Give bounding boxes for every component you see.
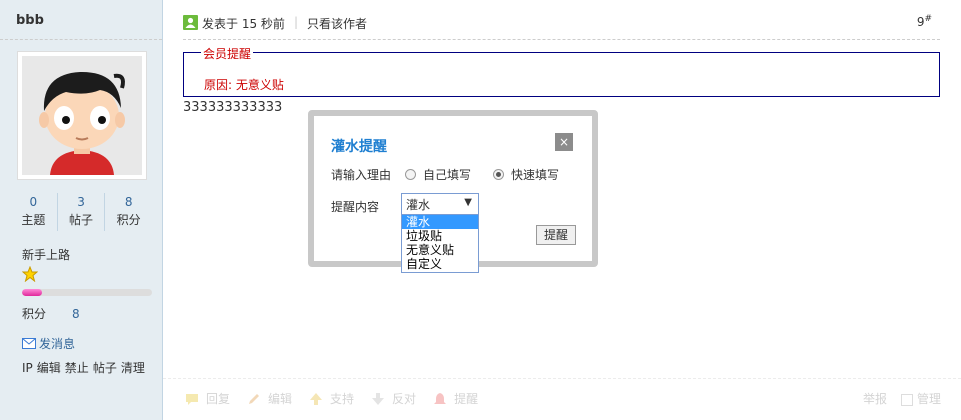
username[interactable]: bbb <box>0 0 162 40</box>
thumb-down-icon <box>372 392 385 405</box>
report-link[interactable]: 举报 <box>863 390 887 407</box>
edit-button[interactable]: 编辑 <box>246 390 292 407</box>
header-separator: | <box>294 15 299 29</box>
radio-quick[interactable]: 快速填写 <box>493 166 559 183</box>
user-rank[interactable]: 新手上路 <box>22 246 70 263</box>
post-header: 发表于 15 秒前 | 只看该作者 9# <box>183 12 940 40</box>
avatar-image <box>22 56 142 175</box>
post-actions: 回复 编辑 支持 反对 提醒 <box>184 390 478 407</box>
admin-links: IP 编辑 禁止 帖子 清理 <box>22 359 149 376</box>
option-custom[interactable]: 自定义 <box>402 257 478 271</box>
dropdown-arrow-icon: ▼ <box>464 197 472 208</box>
avatar[interactable] <box>17 51 147 180</box>
remind-button[interactable]: 提醒 <box>432 390 478 407</box>
content-label: 提醒内容 <box>331 200 380 214</box>
pencil-icon <box>249 393 260 404</box>
rank-progress-fill <box>22 289 42 296</box>
stat-points[interactable]: 8 积分 <box>105 193 152 231</box>
post-footer: 回复 编辑 支持 反对 提醒 举报 管理 <box>163 378 961 420</box>
reason-label: 请输入理由 <box>331 168 392 182</box>
reply-icon <box>186 393 198 405</box>
member-notice: 会员提醒 原因: 无意义贴 <box>183 45 940 97</box>
close-icon[interactable]: × <box>555 133 573 151</box>
remind-submit-button[interactable]: 提醒 <box>536 225 576 245</box>
admin-ban-link[interactable]: 禁止 <box>65 361 89 375</box>
admin-ip-link[interactable]: IP <box>22 361 33 375</box>
user-stats: 0 主题 3 帖子 8 积分 <box>10 193 152 231</box>
only-author-link[interactable]: 只看该作者 <box>307 15 367 32</box>
points-row: 积分 8 <box>22 307 80 321</box>
admin-clean-link[interactable]: 清理 <box>121 361 145 375</box>
reply-button[interactable]: 回复 <box>184 390 230 407</box>
notice-title: 会员提醒 <box>201 45 254 62</box>
bell-icon <box>434 392 447 404</box>
content-select[interactable]: 灌水 ▼ <box>401 193 479 215</box>
post-right-actions: 举报 管理 <box>863 390 941 407</box>
user-online-icon <box>183 15 198 30</box>
admin-edit-link[interactable]: 编辑 <box>37 361 61 375</box>
post-content: 333333333333 <box>183 100 283 115</box>
rank-progress-bar <box>22 289 152 296</box>
option-water[interactable]: 灌水 <box>402 215 478 229</box>
radio-custom-circle[interactable] <box>405 169 417 180</box>
star-icon <box>22 266 38 282</box>
reason-row: 请输入理由 自己填写 快速填写 <box>331 166 559 183</box>
stat-posts[interactable]: 3 帖子 <box>58 193 106 231</box>
floor-number[interactable]: 9# <box>917 14 932 29</box>
manage-checkbox-group[interactable]: 管理 <box>900 390 941 407</box>
support-button[interactable]: 支持 <box>308 390 354 407</box>
option-meaningless[interactable]: 无意义贴 <box>402 243 478 257</box>
manage-checkbox[interactable] <box>900 393 913 406</box>
content-select-options: 灌水 垃圾贴 无意义贴 自定义 <box>401 214 479 273</box>
send-message-link[interactable]: 发消息 <box>22 335 75 352</box>
dialog-title: 灌水提醒 <box>331 139 387 155</box>
notice-reason: 原因: 无意义贴 <box>204 78 284 92</box>
option-spam[interactable]: 垃圾贴 <box>402 229 478 243</box>
user-sidebar: bbb 0 主题 3 帖子 8 积分 新手上路 积分 8 发消息 IP 编辑 禁… <box>0 0 163 420</box>
radio-quick-circle[interactable] <box>493 169 505 180</box>
radio-custom[interactable]: 自己填写 <box>405 166 471 183</box>
stat-threads[interactable]: 0 主题 <box>10 193 58 231</box>
thumb-up-icon <box>310 392 323 405</box>
admin-posts-link[interactable]: 帖子 <box>93 361 117 375</box>
post-time: 发表于 15 秒前 <box>202 17 285 31</box>
envelope-icon <box>22 338 36 349</box>
oppose-button[interactable]: 反对 <box>370 390 416 407</box>
